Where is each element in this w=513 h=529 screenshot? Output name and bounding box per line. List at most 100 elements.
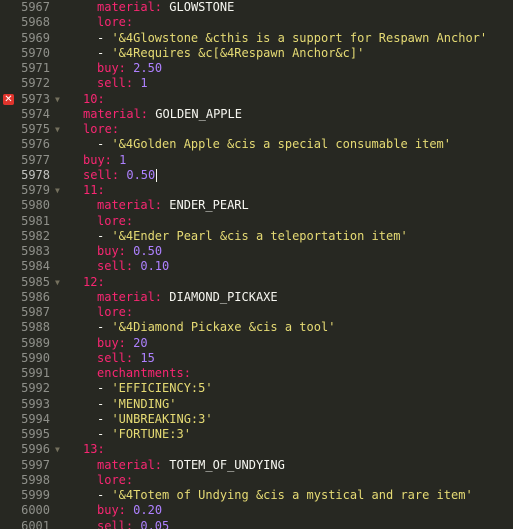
code-line[interactable]: 5996 ▼ 13:: [0, 442, 513, 457]
code-text: - '&4Golden Apple &cis a special consuma…: [97, 137, 451, 152]
line-number: 5996: [21, 442, 50, 457]
line-gutter: 5989: [0, 336, 64, 351]
code-line[interactable]: 5989 buy: 20: [0, 336, 513, 351]
code-text: sell: 0.05: [97, 519, 169, 529]
line-gutter: 5984: [0, 259, 64, 274]
code-line[interactable]: 5974 material: GOLDEN_APPLE: [0, 107, 513, 122]
code-line[interactable]: 5970 - '&4Requires &c[&4Respawn Anchor&c]…: [0, 46, 513, 61]
code-line[interactable]: 5984 sell: 0.10: [0, 259, 513, 274]
yaml-key: buy:: [83, 152, 112, 167]
code-text: lore:: [97, 473, 133, 488]
yaml-key: sell:: [97, 350, 134, 365]
list-dash: -: [97, 488, 112, 502]
code-line[interactable]: 5969 - '&4Glowstone &cthis is a support f…: [0, 31, 513, 46]
code-text: sell: 1: [97, 76, 148, 91]
code-line[interactable]: 5985 ▼ 12:: [0, 275, 513, 290]
code-line[interactable]: 6000 buy: 0.20: [0, 503, 513, 518]
code-line[interactable]: 5977 buy: 1: [0, 153, 513, 168]
line-gutter: 5991: [0, 366, 64, 381]
yaml-key: lore:: [97, 305, 134, 319]
line-number: 5995: [21, 427, 50, 441]
yaml-string: 'MENDING': [111, 396, 177, 411]
code-text: 11:: [83, 183, 105, 198]
line-number: 5972: [21, 76, 50, 91]
code-line[interactable]: 5987 lore:: [0, 305, 513, 320]
line-number: 5982: [21, 228, 50, 243]
code-text: - '&4Requires &c[&4Respawn Anchor&c]': [97, 46, 364, 61]
line-number: 5967: [21, 0, 50, 14]
code-line[interactable]: 5981 lore:: [0, 214, 513, 229]
code-line[interactable]: 5979 ▼ 11:: [0, 183, 513, 198]
line-gutter: 5999: [0, 488, 64, 503]
line-number: 5983: [21, 244, 50, 258]
yaml-key: material:: [97, 0, 163, 14]
code-line[interactable]: 5982 - '&4Ender Pearl &cis a teleportatio…: [0, 229, 513, 244]
yaml-key: material:: [83, 106, 149, 121]
line-gutter: 5971: [0, 61, 64, 76]
line-number: 5974: [21, 106, 50, 121]
code-line[interactable]: 5988 - '&4Diamond Pickaxe &cis a tool': [0, 320, 513, 335]
code-line[interactable]: 5980 material: ENDER_PEARL: [0, 198, 513, 213]
line-gutter: 5997: [0, 458, 64, 473]
code-text: buy: 2.50: [97, 61, 162, 76]
line-gutter: 5967: [0, 0, 64, 15]
line-gutter: 5995: [0, 427, 64, 442]
line-number: 5991: [21, 366, 50, 380]
yaml-key: sell:: [97, 76, 134, 91]
line-gutter: 6000: [0, 503, 64, 518]
code-line[interactable]: 5968 lore:: [0, 15, 513, 30]
code-text: - 'FORTUNE:3': [97, 427, 191, 442]
list-dash: -: [97, 411, 112, 426]
code-text: buy: 0.50: [97, 244, 162, 259]
line-gutter: 5990: [0, 351, 64, 366]
error-marker-icon[interactable]: ✕: [3, 93, 14, 105]
line-number: 5986: [21, 289, 50, 304]
fold-arrow-icon[interactable]: ▼: [55, 442, 60, 457]
code-line[interactable]: 5972 sell: 1: [0, 76, 513, 91]
code-line[interactable]: 5967 material: GLOWSTONE: [0, 0, 513, 15]
code-line[interactable]: 5993 - 'MENDING': [0, 397, 513, 412]
list-dash: -: [97, 320, 112, 335]
code-line[interactable]: 5976 - '&4Golden Apple &cis a special con…: [0, 137, 513, 152]
code-text: 13:: [83, 442, 105, 457]
line-number: 5998: [21, 472, 50, 487]
fold-arrow-icon[interactable]: ▼: [55, 275, 60, 290]
code-line[interactable]: 5986 material: DIAMOND_PICKAXE: [0, 290, 513, 305]
line-number: 5973: [21, 91, 50, 106]
list-dash: -: [97, 30, 112, 45]
yaml-value: GOLDEN_APPLE: [155, 106, 242, 121]
fold-arrow-icon[interactable]: ▼: [55, 92, 60, 107]
code-line[interactable]: 5994 - 'UNBREAKING:3': [0, 412, 513, 427]
code-text: - '&4Ender Pearl &cis a teleportation it…: [97, 229, 408, 244]
list-dash: -: [97, 427, 112, 441]
yaml-key: 13:: [83, 442, 105, 457]
line-number: 5979: [21, 183, 50, 197]
fold-arrow-icon[interactable]: ▼: [55, 183, 60, 198]
code-line[interactable]: 5992 - 'EFFICIENCY:5': [0, 381, 513, 396]
code-line[interactable]: 5995 - 'FORTUNE:3': [0, 427, 513, 442]
code-line[interactable]: 6001 sell: 0.05: [0, 519, 513, 529]
line-gutter: 5983: [0, 244, 64, 259]
code-line[interactable]: 5991 enchantments:: [0, 366, 513, 381]
code-line[interactable]: 5998 lore:: [0, 473, 513, 488]
line-number: 5970: [21, 45, 50, 60]
list-dash: -: [97, 381, 112, 396]
yaml-key: material:: [97, 457, 163, 472]
code-line[interactable]: 5975 ▼ lore:: [0, 122, 513, 137]
code-line[interactable]: 5990 sell: 15: [0, 351, 513, 366]
fold-arrow-icon[interactable]: ▼: [55, 122, 60, 137]
code-line[interactable]: 5978 sell: 0.50: [0, 168, 513, 183]
code-line[interactable]: 5983 buy: 0.50: [0, 244, 513, 259]
line-number: 5987: [21, 305, 50, 319]
code-text: - '&4Diamond Pickaxe &cis a tool': [97, 320, 335, 335]
code-line[interactable]: ✕ 5973 ▼ 10:: [0, 92, 513, 107]
code-line[interactable]: 5997 material: TOTEM_OF_UNDYING: [0, 458, 513, 473]
code-line[interactable]: 5971 buy: 2.50: [0, 61, 513, 76]
line-number: 5971: [21, 61, 50, 75]
code-editor[interactable]: 5967 material: GLOWSTONE 5968 lore: 5969 - '&…: [0, 0, 513, 529]
line-number: 5993: [21, 396, 50, 411]
yaml-key: material:: [97, 289, 163, 304]
code-text: lore:: [97, 214, 133, 229]
yaml-string: '&4Glowstone &cthis is a support for Res…: [111, 30, 488, 45]
code-line[interactable]: 5999 - '&4Totem of Undying &cis a mystica…: [0, 488, 513, 503]
